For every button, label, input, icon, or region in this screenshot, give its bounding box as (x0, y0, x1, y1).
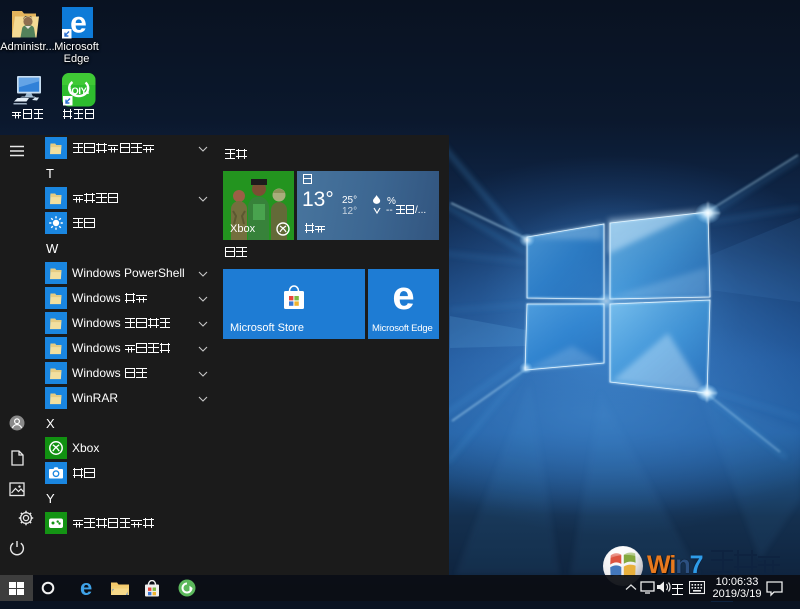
svg-text:e: e (70, 7, 87, 39)
svg-text:iQIYI: iQIYI (69, 86, 89, 97)
